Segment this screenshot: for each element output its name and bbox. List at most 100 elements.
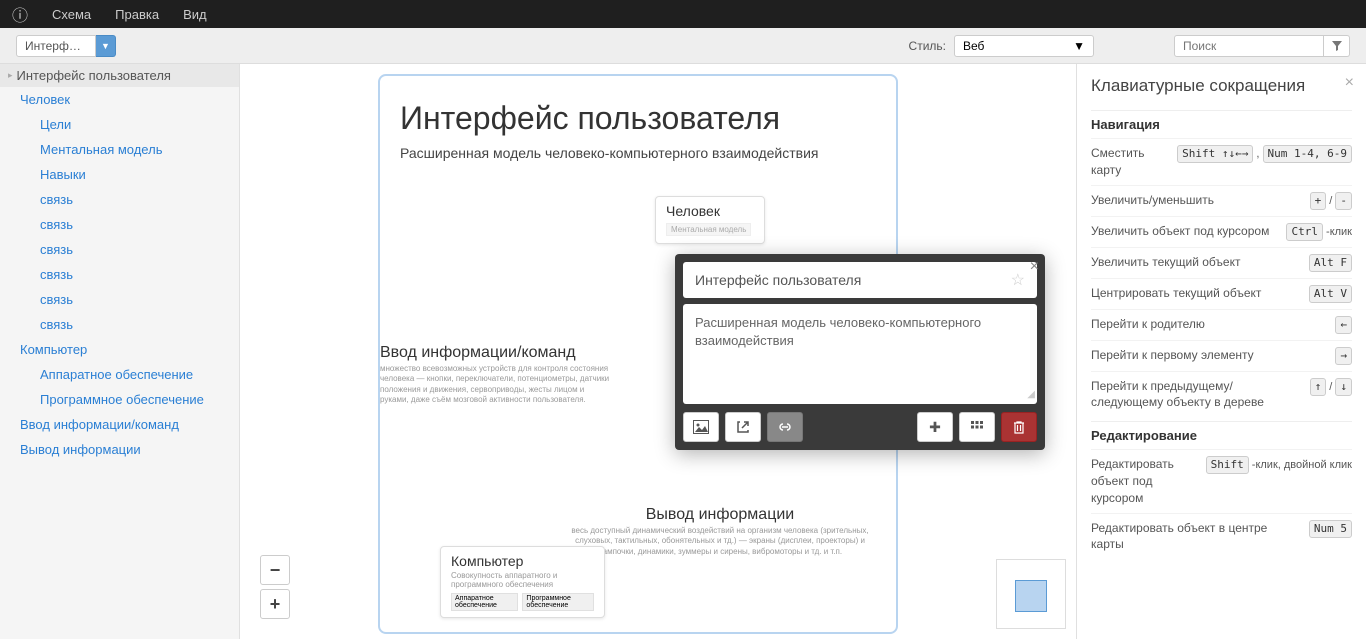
link-icon <box>777 422 793 432</box>
kbd-key: Alt F <box>1309 254 1352 272</box>
help-row-label: Увеличить/уменьшить <box>1091 192 1302 209</box>
external-link-icon <box>736 420 750 434</box>
node-computer-title: Компьютер <box>451 553 594 569</box>
popup-close-button[interactable]: × <box>1030 258 1039 276</box>
node-output-desc: весь доступный динамический воздействий … <box>570 526 870 557</box>
sidebar-item[interactable]: Человек <box>0 87 239 112</box>
node-computer-desc: Совокупность аппаратного и программного … <box>451 571 594 589</box>
popup-grid-button[interactable] <box>959 412 995 442</box>
sidebar-root[interactable]: Интерфейс пользователя <box>0 64 239 87</box>
sidebar: Интерфейс пользователя ЧеловекЦелиМентал… <box>0 64 240 639</box>
menu-edit[interactable]: Правка <box>115 7 159 22</box>
canvas[interactable]: Интерфейс пользователя Расширенная модел… <box>240 64 1076 639</box>
kbd-key: Num 5 <box>1309 520 1352 538</box>
help-row-label: Увеличить объект под курсором <box>1091 223 1278 240</box>
popup-image-button[interactable] <box>683 412 719 442</box>
popup-body-textarea[interactable]: Расширенная модель человеко-компьютерног… <box>683 304 1037 404</box>
search-filter-button[interactable] <box>1324 35 1350 57</box>
help-row-keys: Alt F <box>1309 254 1352 272</box>
help-section-heading: Навигация <box>1091 110 1352 138</box>
node-computer-sub2: Программное обеспечение <box>522 593 594 611</box>
help-close-button[interactable]: × <box>1345 74 1354 92</box>
key-text: / <box>1326 381 1335 393</box>
help-row: Перейти к первому элементу→ <box>1091 340 1352 371</box>
kbd-key: + <box>1310 192 1327 210</box>
style-select[interactable]: Веб ▼ <box>954 35 1094 57</box>
sidebar-item[interactable]: связь <box>0 187 239 212</box>
grid-icon <box>970 420 984 434</box>
sidebar-item[interactable]: Вывод информации <box>0 437 239 462</box>
help-row-keys: ← <box>1335 316 1352 334</box>
help-row: Редактировать объект под курсоромShift -… <box>1091 449 1352 512</box>
kbd-key: → <box>1335 347 1352 365</box>
toolbar: Интерфейс... ▼ Стиль: Веб ▼ <box>0 28 1366 64</box>
sidebar-item[interactable]: связь <box>0 237 239 262</box>
resize-handle-icon[interactable]: ◢ <box>1027 388 1035 402</box>
help-row-label: Редактировать объект в центре карты <box>1091 520 1301 554</box>
menubar: ⓘ Схема Правка Вид <box>0 0 1366 28</box>
info-icon[interactable]: ⓘ <box>12 2 28 26</box>
help-row-label: Перейти к родителю <box>1091 316 1327 333</box>
menu-view[interactable]: Вид <box>183 7 207 22</box>
menu-schema[interactable]: Схема <box>52 7 91 22</box>
popup-title-input[interactable] <box>695 272 1011 288</box>
node-input-desc: множество всевозможных устройств для кон… <box>380 364 610 406</box>
help-panel: × Клавиатурные сокращения НавигацияСмест… <box>1076 64 1366 639</box>
popup-delete-button[interactable] <box>1001 412 1037 442</box>
help-row-keys: ↑ / ↓ <box>1310 378 1352 396</box>
popup-link-button[interactable] <box>767 412 803 442</box>
search-input[interactable] <box>1174 35 1324 57</box>
filter-icon <box>1331 40 1343 52</box>
help-row-keys: Ctrl -клик <box>1286 223 1352 241</box>
scheme-selector[interactable]: Интерфейс... <box>16 35 96 57</box>
image-icon <box>693 420 709 434</box>
kbd-key: ↑ <box>1310 378 1327 396</box>
diagram-subtitle: Расширенная модель человеко-компьютерног… <box>400 145 876 161</box>
help-row-keys: Shift ↑↓←→ , Num 1-4, 6-9 <box>1177 145 1352 163</box>
help-row-label: Сместить карту <box>1091 145 1169 179</box>
popup-editor: × ☆ Расширенная модель человеко-компьюте… <box>675 254 1045 450</box>
style-value: Веб <box>963 39 984 53</box>
sidebar-item[interactable]: Аппаратное обеспечение <box>0 362 239 387</box>
node-human[interactable]: Человек Ментальная модель <box>655 196 765 244</box>
trash-icon <box>1013 420 1025 434</box>
sidebar-item[interactable]: Навыки <box>0 162 239 187</box>
popup-add-button[interactable]: ✚ <box>917 412 953 442</box>
sidebar-item[interactable]: Ментальная модель <box>0 137 239 162</box>
zoom-controls: − + <box>260 555 290 619</box>
popup-external-link-button[interactable] <box>725 412 761 442</box>
node-output[interactable]: Вывод информации весь доступный динамиче… <box>570 506 870 557</box>
zoom-out-button[interactable]: − <box>260 555 290 585</box>
help-row: Увеличить текущий объект Alt F <box>1091 247 1352 278</box>
help-row-keys: → <box>1335 347 1352 365</box>
sidebar-item[interactable]: Компьютер <box>0 337 239 362</box>
minimap-viewport[interactable] <box>1015 580 1047 612</box>
sidebar-item[interactable]: связь <box>0 212 239 237</box>
help-row-label: Редактировать объект под курсором <box>1091 456 1198 506</box>
popup-body-text: Расширенная модель человеко-компьютерног… <box>695 315 981 348</box>
sidebar-item[interactable]: Программное обеспечение <box>0 387 239 412</box>
sidebar-item[interactable]: связь <box>0 262 239 287</box>
node-computer[interactable]: Компьютер Совокупность аппаратного и про… <box>440 546 605 618</box>
node-computer-sub1: Аппаратное обеспечение <box>451 593 518 611</box>
style-label: Стиль: <box>909 39 946 53</box>
zoom-in-button[interactable]: + <box>260 589 290 619</box>
kbd-key: ↓ <box>1335 378 1352 396</box>
key-text: двойной клик <box>1284 459 1352 471</box>
help-row-keys: Alt V <box>1309 285 1352 303</box>
sidebar-item[interactable]: Цели <box>0 112 239 137</box>
help-row-label: Перейти к предыдущему/ следующему объект… <box>1091 378 1302 412</box>
star-icon[interactable]: ☆ <box>1011 270 1025 290</box>
sidebar-item[interactable]: связь <box>0 287 239 312</box>
scheme-selector-dropdown[interactable]: ▼ <box>96 35 116 57</box>
help-row: Увеличить/уменьшить + / - <box>1091 185 1352 216</box>
node-human-sub: Ментальная модель <box>666 223 751 236</box>
minimap[interactable] <box>996 559 1066 629</box>
help-section-heading: Редактирование <box>1091 421 1352 449</box>
node-input[interactable]: Ввод информации/команд множество всевозм… <box>380 344 610 406</box>
sidebar-item[interactable]: связь <box>0 312 239 337</box>
sidebar-item[interactable]: Ввод информации/команд <box>0 412 239 437</box>
plus-icon: ✚ <box>929 419 941 436</box>
help-row-keys: + / - <box>1310 192 1352 210</box>
help-row-label: Увеличить текущий объект <box>1091 254 1301 271</box>
